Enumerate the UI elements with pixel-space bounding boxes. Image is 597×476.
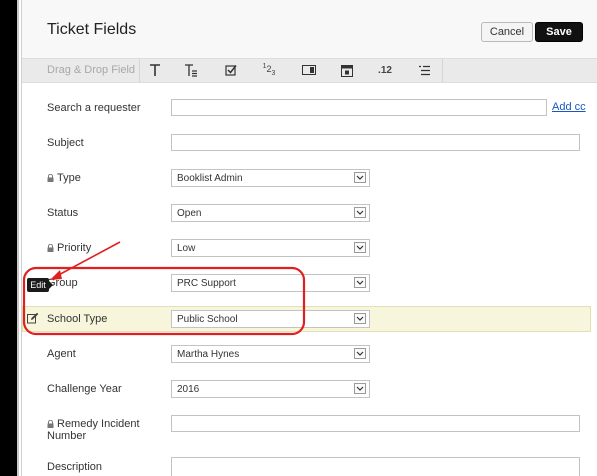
status-value: Open xyxy=(177,208,202,219)
edit-tooltip-arrow xyxy=(49,281,53,289)
agent-value: Martha Hynes xyxy=(177,349,240,360)
lock-icon xyxy=(47,244,54,252)
chevron-down-icon xyxy=(354,348,366,359)
type-label: Type xyxy=(47,172,81,184)
school-type-label: School Type xyxy=(47,313,108,325)
agent-label: Agent xyxy=(47,348,76,360)
chevron-down-icon xyxy=(354,207,366,218)
drag-drop-label: Drag & Drop Field xyxy=(47,64,136,76)
lock-icon xyxy=(47,420,54,428)
add-cc-link[interactable]: Add cc xyxy=(552,101,586,113)
cancel-button[interactable]: Cancel xyxy=(481,22,533,42)
chevron-down-icon xyxy=(354,172,366,183)
edit-icon[interactable] xyxy=(27,312,39,324)
type-value: Booklist Admin xyxy=(177,173,243,184)
remedy-incident-input[interactable] xyxy=(171,415,580,432)
description-label: Description xyxy=(47,461,103,473)
decimal-icon-glyph: .12 xyxy=(378,64,392,76)
save-button[interactable]: Save xyxy=(535,22,583,42)
chevron-down-icon xyxy=(354,313,366,324)
checkbox-icon[interactable] xyxy=(220,61,242,79)
remedy-incident-label: Remedy Incident Number xyxy=(47,418,157,442)
search-requester-label: Search a requester xyxy=(47,102,141,114)
toolbar-separator xyxy=(139,59,140,82)
multiline-text-icon[interactable] xyxy=(180,61,202,79)
group-select[interactable]: PRC Support xyxy=(171,274,370,292)
header: Ticket Fields Cancel Save xyxy=(22,0,597,58)
agent-select[interactable]: Martha Hynes xyxy=(171,345,370,363)
priority-label: Priority xyxy=(47,242,91,254)
page-title: Ticket Fields xyxy=(47,21,137,38)
date-icon[interactable] xyxy=(336,61,358,79)
priority-select[interactable]: Low xyxy=(171,239,370,257)
type-label-text: Type xyxy=(57,172,81,184)
priority-value: Low xyxy=(177,243,196,254)
challenge-year-label: Challenge Year xyxy=(47,383,122,395)
status-select[interactable]: Open xyxy=(171,204,370,222)
group-value: PRC Support xyxy=(177,278,236,289)
edit-tooltip: Edit xyxy=(27,278,49,292)
lock-icon xyxy=(47,174,54,182)
text-field-icon[interactable] xyxy=(144,61,166,79)
left-border xyxy=(17,0,19,476)
remedy-incident-label-text: Remedy Incident Number xyxy=(47,418,140,442)
chevron-down-icon xyxy=(354,277,366,288)
priority-label-text: Priority xyxy=(57,242,92,254)
subject-input[interactable] xyxy=(171,134,580,151)
multiselect-icon[interactable] xyxy=(413,61,435,79)
toolbar-separator xyxy=(442,59,443,82)
chevron-down-icon xyxy=(354,242,366,253)
subject-label: Subject xyxy=(47,137,84,149)
challenge-year-select[interactable]: 2016 xyxy=(171,380,370,398)
numeric-icon[interactable]: 123 xyxy=(258,61,280,79)
dropdown-icon[interactable] xyxy=(298,61,320,79)
type-select[interactable]: Booklist Admin xyxy=(171,169,370,187)
chevron-down-icon xyxy=(354,383,366,394)
numeric-icon-glyph: 123 xyxy=(262,63,276,77)
description-input[interactable] xyxy=(171,457,580,476)
left-dark-strip xyxy=(0,0,17,476)
decimal-icon[interactable]: .12 xyxy=(374,61,396,79)
challenge-year-value: 2016 xyxy=(177,384,200,395)
school-type-select[interactable]: Public School xyxy=(171,310,370,328)
school-type-value: Public School xyxy=(177,314,238,325)
search-requester-input[interactable] xyxy=(171,99,547,116)
field-toolbar: Drag & Drop Field 123 .12 xyxy=(22,58,597,83)
status-label: Status xyxy=(47,207,79,219)
